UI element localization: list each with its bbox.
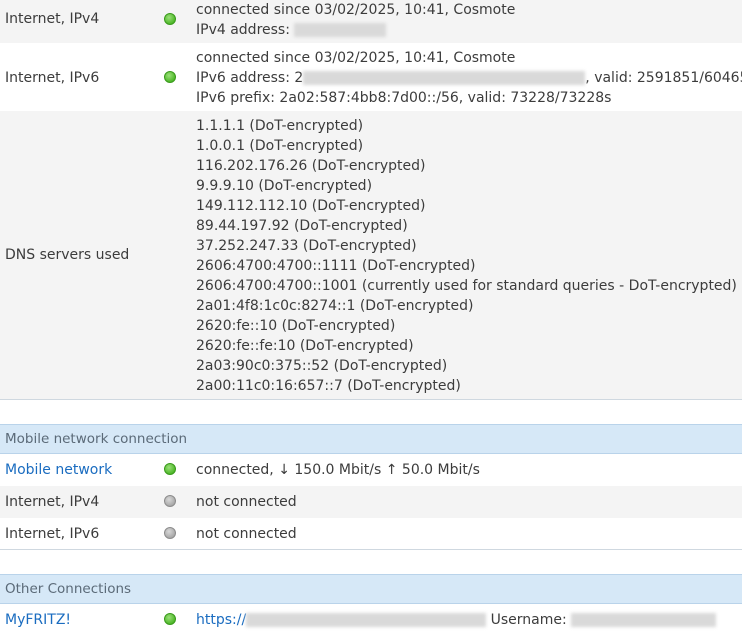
dns-server-entry: 149.112.112.10 (DoT-encrypted) — [196, 198, 426, 214]
ipv6-address-line: IPv6 address: 2 , valid: 2591851/604651s — [196, 68, 742, 88]
dns-server-entry: 2620:fe::fe:10 (DoT-encrypted) — [196, 338, 414, 354]
mobile-ipv4-status: not connected — [196, 494, 297, 510]
ipv6-valid-text: , valid: 2591851/604651s — [585, 70, 742, 86]
myfritz-details: https:// Username: — [196, 610, 717, 630]
mobile-ipv6-status: not connected — [196, 526, 297, 542]
dns-server-entry: 116.202.176.26 (DoT-encrypted) — [196, 158, 426, 174]
dns-server-entry: 2a00:11c0:16:657::7 (DoT-encrypted) — [196, 378, 461, 394]
section-title: Mobile network connection — [5, 431, 188, 447]
mobile-ipv6-row: Internet, IPv6 not connected — [0, 518, 742, 549]
ipv6-address-label: IPv6 address: 2 — [196, 70, 304, 86]
redacted-url — [246, 613, 487, 627]
mobile-network-row: Mobile network connected, ↓ 150.0 Mbit/s… — [0, 454, 742, 486]
status-green-icon — [164, 613, 176, 625]
myfritz-link[interactable]: MyFRITZ! — [5, 610, 71, 630]
redacted-ipv6-address — [303, 71, 586, 85]
redacted-username — [571, 613, 717, 627]
ipv6-connected-text: connected since 03/02/2025, 10:41, Cosmo… — [196, 50, 516, 66]
dns-server-entry: 1.0.0.1 (DoT-encrypted) — [196, 138, 364, 154]
dns-server-list: 1.1.1.1 (DoT-encrypted) 1.0.0.1 (DoT-encr… — [196, 116, 737, 396]
dns-server-entry: 1.1.1.1 (DoT-encrypted) — [196, 118, 364, 134]
dns-server-entry: 9.9.9.10 (DoT-encrypted) — [196, 178, 373, 194]
internet-ipv6-row: Internet, IPv6 connected since 03/02/202… — [0, 43, 742, 111]
mobile-ipv4-row: Internet, IPv4 not connected — [0, 486, 742, 518]
status-gray-icon — [164, 527, 176, 539]
dns-server-entry: 2606:4700:4700::1111 (DoT-encrypted) — [196, 258, 476, 274]
internet-ipv4-row: Internet, IPv4 connected since 03/02/202… — [0, 0, 742, 43]
status-gray-icon — [164, 495, 176, 507]
section-title: Other Connections — [5, 581, 132, 597]
dns-server-entry: 2a03:90c0:375::52 (DoT-encrypted) — [196, 358, 448, 374]
dns-servers-label: DNS servers used — [5, 247, 130, 263]
divider — [0, 399, 742, 400]
status-green-icon — [164, 71, 176, 83]
dns-servers-row: DNS servers used 1.1.1.1 (DoT-encrypted)… — [0, 111, 742, 399]
dns-server-entry: 2a01:4f8:1c0c:8274::1 (DoT-encrypted) — [196, 298, 474, 314]
dns-server-entry: 2620:fe::10 (DoT-encrypted) — [196, 318, 396, 334]
ipv4-address-label: IPv4 address: — [196, 22, 295, 38]
myfritz-url-prefix: https:// — [196, 612, 247, 628]
status-green-icon — [164, 463, 176, 475]
ipv6-prefix-text: IPv6 prefix: 2a02:587:4bb8:7d00::/56, va… — [196, 90, 612, 106]
internet-ipv4-label: Internet, IPv4 — [5, 11, 100, 27]
ipv4-address-line: IPv4 address: — [196, 20, 387, 40]
status-green-icon — [164, 13, 176, 25]
redacted-ipv4-address — [294, 23, 387, 37]
myfritz-url[interactable]: https:// — [196, 612, 487, 628]
dns-server-entry: 89.44.197.92 (DoT-encrypted) — [196, 218, 408, 234]
section-header-mobile: Mobile network connection — [0, 424, 742, 454]
myfritz-row: MyFRITZ! https:// Username: — [0, 604, 742, 634]
mobile-ipv6-label: Internet, IPv6 — [5, 526, 100, 542]
dns-server-entry: 37.252.247.33 (DoT-encrypted) — [196, 238, 417, 254]
mobile-ipv4-label: Internet, IPv4 — [5, 494, 100, 510]
mobile-network-link[interactable]: Mobile network — [5, 460, 112, 480]
internet-ipv6-label: Internet, IPv6 — [5, 70, 100, 86]
divider — [0, 549, 742, 550]
dns-server-entry: 2606:4700:4700::1001 (currently used for… — [196, 278, 737, 294]
username-label: Username: — [490, 612, 572, 628]
ipv4-connected-text: connected since 03/02/2025, 10:41, Cosmo… — [196, 2, 516, 18]
section-header-other: Other Connections — [0, 574, 742, 604]
mobile-network-status: connected, ↓ 150.0 Mbit/s ↑ 50.0 Mbit/s — [196, 462, 480, 478]
